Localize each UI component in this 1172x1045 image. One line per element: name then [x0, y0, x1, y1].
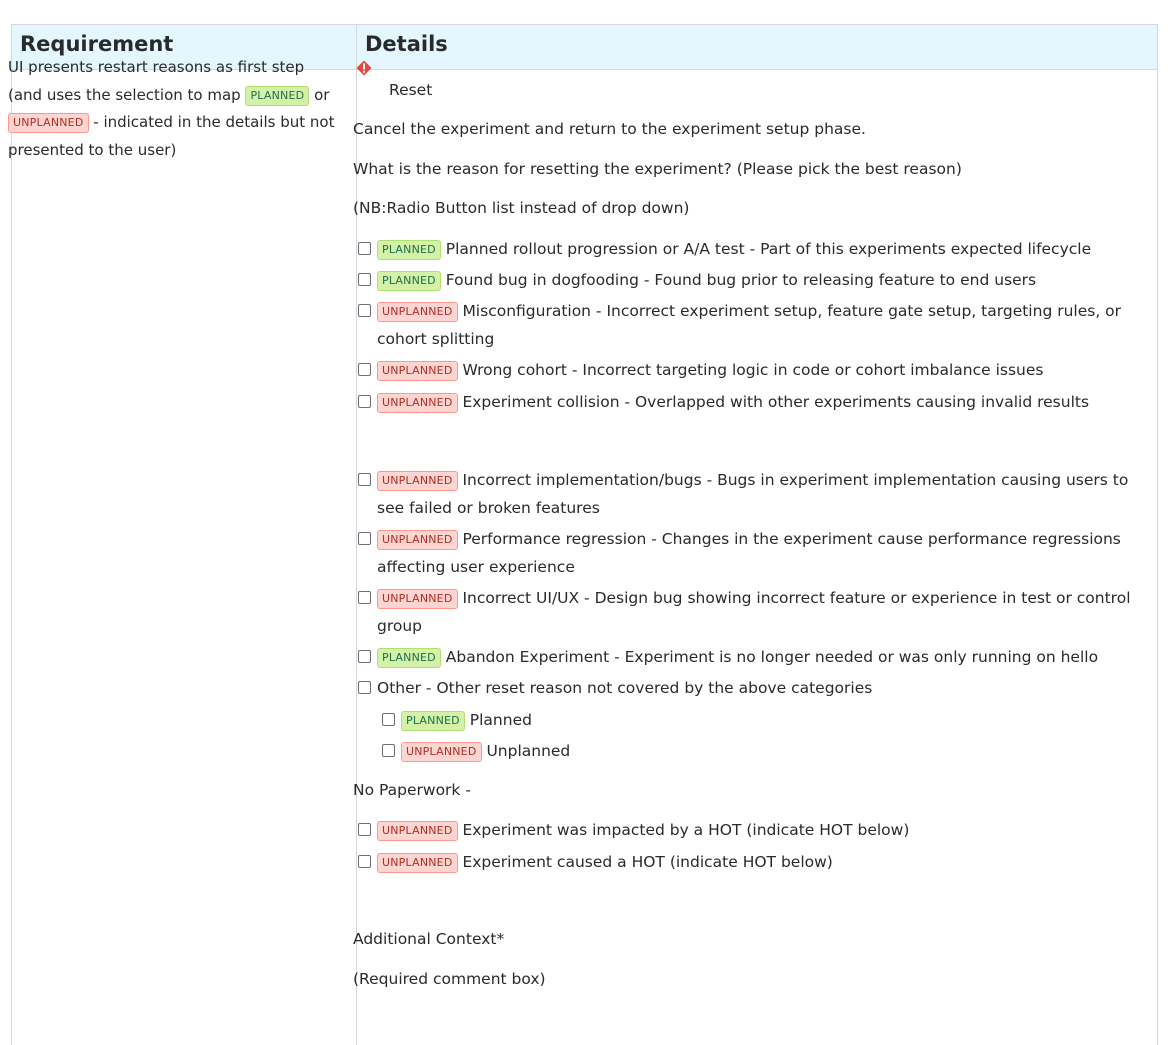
unplanned-lozenge: UNPLANNED: [8, 113, 89, 133]
option-text: Incorrect implementation/bugs - Bugs in …: [377, 471, 1129, 517]
reason-option-hot-1[interactable]: UNPLANNED Experiment was impacted by a H…: [358, 816, 1138, 844]
checkbox[interactable]: [358, 363, 371, 376]
option-label: UNPLANNED Wrong cohort - Incorrect targe…: [377, 356, 1138, 384]
planned-lozenge: PLANNED: [377, 240, 441, 260]
reason-option-other-1[interactable]: PLANNED Planned: [382, 706, 1162, 734]
nb-note: (NB:Radio Button list instead of drop do…: [353, 199, 690, 217]
option-text: Planned: [469, 711, 532, 729]
unplanned-lozenge: UNPLANNED: [377, 393, 458, 413]
checkbox[interactable]: [358, 591, 371, 604]
checkbox[interactable]: [382, 713, 395, 726]
option-text: Experiment collision - Overlapped with o…: [462, 393, 1090, 411]
checkbox[interactable]: [358, 395, 371, 408]
unplanned-lozenge: UNPLANNED: [377, 302, 458, 322]
option-label: UNPLANNED Experiment caused a HOT (indic…: [377, 848, 1138, 876]
no-paperwork-label: No Paperwork -: [353, 781, 471, 799]
option-label: PLANNED Abandon Experiment - Experiment …: [377, 643, 1138, 671]
option-label: UNPLANNED Unplanned: [401, 737, 1162, 765]
reason-option-2[interactable]: PLANNED Found bug in dogfooding - Found …: [358, 266, 1138, 294]
unplanned-lozenge: UNPLANNED: [377, 821, 458, 841]
reason-option-8[interactable]: UNPLANNED Incorrect UI/UX - Design bug s…: [358, 584, 1138, 640]
planned-lozenge: PLANNED: [245, 85, 310, 106]
checkbox[interactable]: [358, 681, 371, 694]
header-requirement: Requirement: [20, 32, 174, 56]
reason-option-7[interactable]: UNPLANNED Performance regression - Chang…: [358, 525, 1138, 581]
column-divider: [356, 25, 357, 1045]
reason-option-hot-2[interactable]: UNPLANNED Experiment caused a HOT (indic…: [358, 848, 1138, 876]
option-label: UNPLANNED Incorrect UI/UX - Design bug s…: [377, 584, 1138, 640]
option-text: Other - Other reset reason not covered b…: [377, 679, 873, 697]
reset-label: Reset: [389, 81, 433, 99]
reason-option-other-2[interactable]: UNPLANNED Unplanned: [382, 737, 1162, 765]
cancel-text: Cancel the experiment and return to the …: [353, 120, 866, 138]
checkbox[interactable]: [358, 532, 371, 545]
option-label: UNPLANNED Experiment was impacted by a H…: [377, 816, 1138, 844]
option-label: PLANNED Planned: [401, 706, 1162, 734]
required-comment-note: (Required comment box): [353, 970, 546, 988]
option-text: Misconfiguration - Incorrect experiment …: [377, 302, 1122, 348]
option-text: Unplanned: [486, 742, 571, 760]
option-text: Planned rollout progression or A/A test …: [445, 240, 1092, 258]
option-label: PLANNED Planned rollout progression or A…: [377, 235, 1138, 263]
requirement-text: or: [309, 85, 330, 104]
reason-option-3[interactable]: UNPLANNED Misconfiguration - Incorrect e…: [358, 297, 1138, 353]
unplanned-lozenge: UNPLANNED: [377, 471, 458, 491]
checkbox[interactable]: [358, 273, 371, 286]
option-text: Experiment caused a HOT (indicate HOT be…: [462, 853, 833, 871]
header-details: Details: [365, 32, 448, 56]
planned-lozenge: PLANNED: [401, 711, 465, 731]
reason-question: What is the reason for resetting the exp…: [353, 160, 962, 178]
option-label: UNPLANNED Performance regression - Chang…: [377, 525, 1138, 581]
option-label: PLANNED Found bug in dogfooding - Found …: [377, 266, 1138, 294]
additional-context-label: Additional Context*: [353, 930, 505, 948]
option-label: UNPLANNED Incorrect implementation/bugs …: [377, 466, 1138, 522]
checkbox[interactable]: [358, 242, 371, 255]
option-text: Wrong cohort - Incorrect targeting logic…: [462, 361, 1044, 379]
option-text: Found bug in dogfooding - Found bug prio…: [445, 271, 1037, 289]
reason-option-6[interactable]: UNPLANNED Incorrect implementation/bugs …: [358, 466, 1138, 522]
unplanned-lozenge: UNPLANNED: [377, 853, 458, 873]
reason-option-5[interactable]: UNPLANNED Experiment collision - Overlap…: [358, 388, 1138, 416]
option-label: Other - Other reset reason not covered b…: [377, 674, 1138, 702]
unplanned-lozenge: UNPLANNED: [377, 361, 458, 381]
option-text: Incorrect UI/UX - Design bug showing inc…: [377, 589, 1131, 635]
reason-option-1[interactable]: PLANNED Planned rollout progression or A…: [358, 235, 1138, 263]
reason-option-9[interactable]: PLANNED Abandon Experiment - Experiment …: [358, 643, 1138, 671]
option-text: Experiment was impacted by a HOT (indica…: [462, 821, 910, 839]
checkbox[interactable]: [358, 650, 371, 663]
checkbox[interactable]: [358, 823, 371, 836]
unplanned-lozenge: UNPLANNED: [401, 742, 482, 762]
unplanned-lozenge: UNPLANNED: [377, 530, 458, 550]
reason-option-10[interactable]: Other - Other reset reason not covered b…: [358, 674, 1138, 702]
requirement-cell: UI presents restart reasons as first ste…: [8, 54, 342, 164]
reason-option-4[interactable]: UNPLANNED Wrong cohort - Incorrect targe…: [358, 356, 1138, 384]
option-text: Performance regression - Changes in the …: [377, 530, 1121, 576]
checkbox[interactable]: [382, 744, 395, 757]
checkbox[interactable]: [358, 473, 371, 486]
checkbox[interactable]: [358, 855, 371, 868]
option-label: UNPLANNED Misconfiguration - Incorrect e…: [377, 297, 1138, 353]
option-text: Abandon Experiment - Experiment is no lo…: [445, 648, 1099, 666]
planned-lozenge: PLANNED: [377, 271, 441, 291]
option-label: UNPLANNED Experiment collision - Overlap…: [377, 388, 1138, 416]
checkbox[interactable]: [358, 304, 371, 317]
warning-icon: [356, 60, 372, 76]
unplanned-lozenge: UNPLANNED: [377, 589, 458, 609]
planned-lozenge: PLANNED: [377, 648, 441, 668]
